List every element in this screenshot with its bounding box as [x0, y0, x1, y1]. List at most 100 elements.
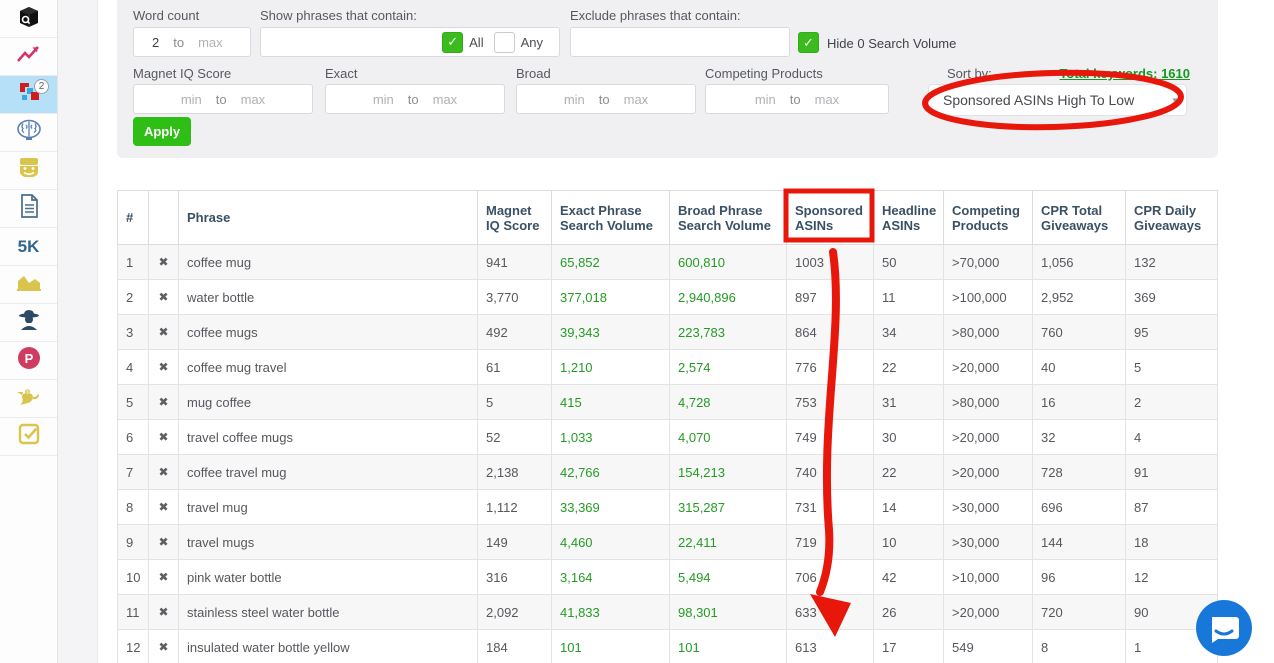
- all-checkbox[interactable]: ✓: [442, 31, 464, 53]
- competing-products-range[interactable]: min to max: [705, 84, 889, 114]
- sidebar-item-black-box[interactable]: [0, 0, 57, 38]
- col-header-cpr-daily-giveaways[interactable]: CPR Daily Giveaways: [1125, 190, 1218, 245]
- cell-headline: 34: [873, 314, 944, 350]
- cell-headline: 50: [873, 244, 944, 280]
- cell-headline: 10: [873, 524, 944, 560]
- cell-num: 10: [117, 559, 149, 595]
- keyword-table: # Phrase Magnet IQ Score Exact Phrase Se…: [117, 190, 1218, 663]
- any-checkbox[interactable]: [493, 31, 515, 53]
- sidebar-item-magnet[interactable]: 2: [0, 76, 57, 114]
- cell-exact: 42,766: [551, 454, 670, 490]
- delete-keyword-button[interactable]: ✖: [148, 524, 179, 560]
- sidebar-item-misspellinator[interactable]: $: [0, 380, 57, 418]
- exact-range[interactable]: min to max: [325, 84, 505, 114]
- sidebar-item-5k-checker[interactable]: 5K: [0, 228, 57, 266]
- cell-competing: >10,000: [943, 559, 1033, 595]
- cell-competing: >20,000: [943, 594, 1033, 630]
- exact-label: Exact: [325, 66, 358, 81]
- sidebar-item-alerts[interactable]: [0, 304, 57, 342]
- chat-launcher-button[interactable]: [1196, 600, 1252, 656]
- delete-keyword-button[interactable]: ✖: [148, 279, 179, 315]
- col-header-headline-asins[interactable]: Headline ASINs: [873, 190, 944, 245]
- delete-keyword-button[interactable]: ✖: [148, 314, 179, 350]
- table-row: 5 ✖ mug coffee 5 415 4,728 753 31 >80,000 16 2: [117, 384, 1218, 420]
- sort-by-dropdown[interactable]: Sponsored ASINs High To Low ▾: [928, 84, 1187, 116]
- sidebar-item-checklist[interactable]: [0, 418, 57, 456]
- cell-broad: 223,783: [669, 314, 787, 350]
- cell-num: 4: [117, 349, 149, 385]
- cell-sponsored: 776: [786, 349, 874, 385]
- hide-zero-search-volume-label: Hide 0 Search Volume: [827, 36, 957, 51]
- delete-keyword-button[interactable]: ✖: [148, 629, 179, 663]
- area-chart-icon: [15, 271, 43, 298]
- delete-keyword-button[interactable]: ✖: [148, 349, 179, 385]
- cell-iq: 316: [477, 559, 552, 595]
- cell-headline: 22: [873, 454, 944, 490]
- table-row: 8 ✖ travel mug 1,112 33,369 315,287 731 14 >30,0…: [117, 489, 1218, 525]
- cell-headline: 42: [873, 559, 944, 595]
- delete-keyword-button[interactable]: ✖: [148, 419, 179, 455]
- sidebar-item-cerebro[interactable]: [0, 114, 57, 152]
- cell-exact: 33,369: [551, 489, 670, 525]
- col-header-sponsored-asins[interactable]: Sponsored ASINs: [786, 190, 874, 245]
- black-box-search-icon: [15, 2, 43, 35]
- cell-broad: 4,070: [669, 419, 787, 455]
- word-count-min-value[interactable]: 2: [134, 35, 159, 50]
- cell-competing: >70,000: [943, 244, 1033, 280]
- cell-headline: 14: [873, 489, 944, 525]
- genie-lamp-icon: $: [14, 385, 44, 412]
- table-row: 12 ✖ insulated water bottle yellow 184 101 10…: [117, 629, 1218, 663]
- cell-iq: 2,138: [477, 454, 552, 490]
- cell-cpr_total: 720: [1032, 594, 1126, 630]
- col-header-cpr-total-giveaways[interactable]: CPR Total Giveaways: [1032, 190, 1126, 245]
- delete-keyword-button[interactable]: ✖: [148, 454, 179, 490]
- cell-cpr_total: 40: [1032, 349, 1126, 385]
- word-count-range[interactable]: 2 to max: [133, 27, 251, 57]
- brain-icon: [15, 118, 43, 147]
- delete-keyword-button[interactable]: ✖: [148, 594, 179, 630]
- sidebar-item-trends[interactable]: [0, 38, 57, 76]
- cell-competing: >20,000: [943, 454, 1033, 490]
- cell-phrase: pink water bottle: [178, 559, 478, 595]
- exclude-phrases-container: [570, 27, 790, 57]
- col-header-exact-phrase-search-volume[interactable]: Exact Phrase Search Volume: [551, 190, 670, 245]
- cell-sponsored: 613: [786, 629, 874, 663]
- col-header-magnet-iq-score[interactable]: Magnet IQ Score: [477, 190, 552, 245]
- cell-phrase: mug coffee: [178, 384, 478, 420]
- cell-iq: 5: [477, 384, 552, 420]
- sidebar-item-scribbles[interactable]: [0, 190, 57, 228]
- broad-range[interactable]: min to max: [516, 84, 696, 114]
- sidebar-item-keyword-tracker[interactable]: [0, 266, 57, 304]
- magnet-iq-score-range[interactable]: min to max: [133, 84, 313, 114]
- sidebar-item-profits[interactable]: P: [0, 342, 57, 380]
- cell-num: 2: [117, 279, 149, 315]
- cell-cpr_total: 96: [1032, 559, 1126, 595]
- total-keywords[interactable]: Total keywords: 1610: [1059, 66, 1190, 81]
- sidebar-gutter: [58, 0, 98, 663]
- cell-cpr_daily: 12: [1125, 559, 1218, 595]
- col-header-competing-products[interactable]: Competing Products: [943, 190, 1033, 245]
- cell-iq: 3,770: [477, 279, 552, 315]
- cell-cpr_daily: 4: [1125, 419, 1218, 455]
- show-phrases-input[interactable]: [261, 29, 443, 55]
- cell-competing: >80,000: [943, 314, 1033, 350]
- delete-keyword-button[interactable]: ✖: [148, 384, 179, 420]
- cell-num: 12: [117, 629, 149, 663]
- col-header-broad-phrase-search-volume[interactable]: Broad Phrase Search Volume: [669, 190, 787, 245]
- cell-num: 6: [117, 419, 149, 455]
- word-count-max-input[interactable]: max: [198, 35, 223, 50]
- apply-button[interactable]: Apply: [133, 117, 191, 146]
- sidebar-item-frankenstein[interactable]: [0, 152, 57, 190]
- delete-keyword-button[interactable]: ✖: [148, 489, 179, 525]
- col-header-number[interactable]: #: [117, 190, 149, 245]
- cell-phrase: coffee travel mug: [178, 454, 478, 490]
- delete-keyword-button[interactable]: ✖: [148, 244, 179, 280]
- cell-cpr_total: 696: [1032, 489, 1126, 525]
- cell-sponsored: 753: [786, 384, 874, 420]
- col-header-phrase[interactable]: Phrase: [178, 190, 478, 245]
- exclude-phrases-input[interactable]: [571, 29, 789, 55]
- hide-zero-search-volume-checkbox[interactable]: ✓: [798, 32, 819, 53]
- table-row: 4 ✖ coffee mug travel 61 1,210 2,574 776 22 >20,…: [117, 349, 1218, 385]
- delete-keyword-button[interactable]: ✖: [148, 559, 179, 595]
- cell-num: 3: [117, 314, 149, 350]
